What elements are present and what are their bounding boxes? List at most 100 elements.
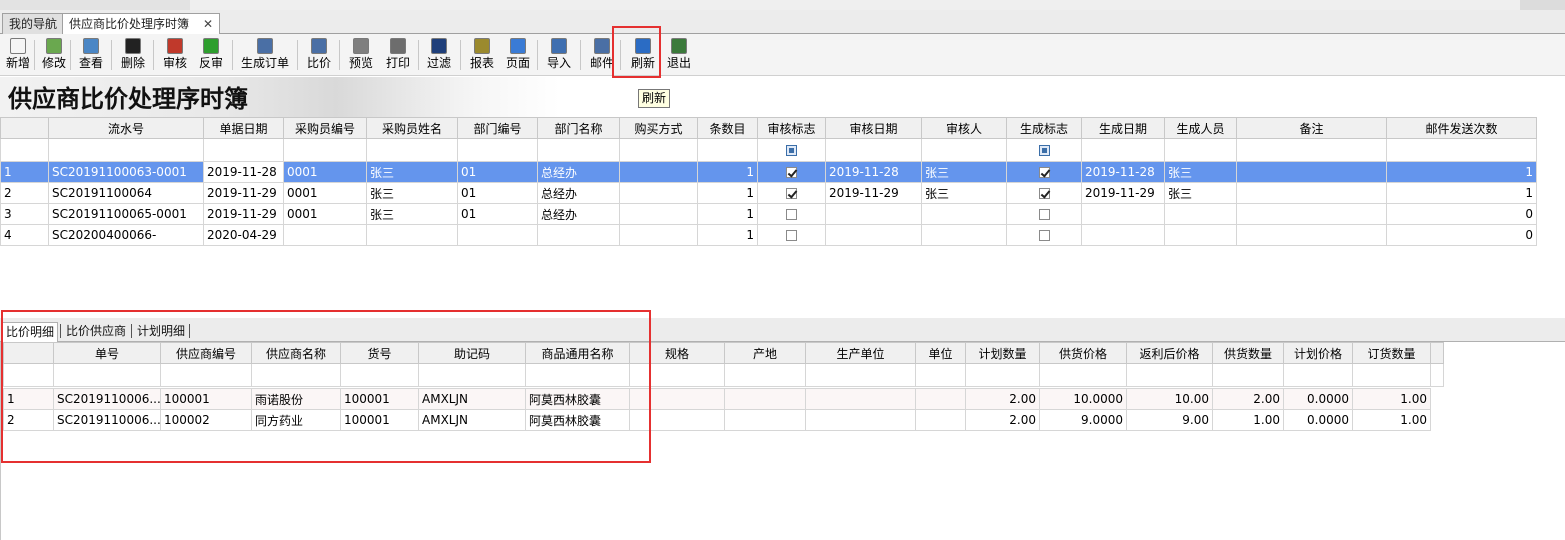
filter-cell[interactable] — [724, 363, 806, 387]
table-cell-name[interactable]: 阿莫西林胶囊 — [525, 409, 630, 431]
table-cell-serial[interactable]: SC20191100065-0001 — [48, 203, 204, 225]
column-header[interactable]: 单位 — [915, 342, 966, 364]
table-cell-spec[interactable] — [629, 388, 725, 410]
table-cell-maker[interactable] — [805, 409, 916, 431]
column-header[interactable]: 单据日期 — [203, 117, 284, 139]
filter-cell[interactable] — [537, 138, 620, 162]
table-cell-price[interactable]: 9.0000 — [1039, 409, 1127, 431]
table-row[interactable]: 2 SC20191100064 2019-11-29 0001 张三 01 总经办 1 2019… — [0, 182, 1537, 204]
filter-cell[interactable] — [915, 363, 966, 387]
table-cell-remark[interactable] — [1236, 203, 1387, 225]
filter-cell[interactable] — [1236, 138, 1387, 162]
filter-cell[interactable] — [1039, 363, 1127, 387]
column-header[interactable]: 备注 — [1236, 117, 1387, 139]
table-cell-dept-no[interactable]: 01 — [457, 203, 538, 225]
table-cell-plan-price[interactable]: 0.0000 — [1283, 388, 1353, 410]
toolbar-button-view[interactable]: 查看 — [77, 36, 105, 74]
table-cell-count[interactable]: 1 — [697, 203, 758, 225]
table-cell-date[interactable]: 2019-11-28 — [203, 161, 284, 183]
filter-cell[interactable] — [53, 363, 161, 387]
filter-cell[interactable] — [965, 363, 1040, 387]
table-cell-spec[interactable] — [629, 409, 725, 431]
column-header[interactable]: 生成标志 — [1006, 117, 1082, 139]
tab-comparison-suppliers[interactable]: 比价供应商 — [63, 322, 129, 342]
toolbar-button-mail[interactable]: 邮件 — [588, 36, 616, 74]
toolbar-button-new-doc[interactable]: 新增 — [5, 36, 31, 74]
table-cell-plan-price[interactable]: 0.0000 — [1283, 409, 1353, 431]
table-cell-gen-date[interactable]: 2019-11-29 — [1081, 182, 1165, 204]
table-cell-audit-date[interactable]: 2019-11-29 — [825, 182, 922, 204]
table-cell-serial[interactable]: SC20200400066- — [48, 224, 204, 246]
table-cell-order-qty[interactable]: 1.00 — [1352, 388, 1431, 410]
column-header[interactable]: 供应商名称 — [251, 342, 341, 364]
table-cell-gen-by[interactable] — [1164, 224, 1237, 246]
table-cell-order-qty[interactable]: 1.00 — [1352, 409, 1431, 431]
table-cell-buyer-no[interactable]: 0001 — [283, 203, 367, 225]
filter-checkbox[interactable] — [1038, 145, 1050, 156]
table-row[interactable]: 1 SC2019110006... 100001 雨诺股份 100001 AMXLJN 阿莫… — [3, 388, 1444, 410]
table-cell-audit-date[interactable] — [825, 203, 922, 225]
table-cell-buyer-no[interactable]: 0001 — [283, 182, 367, 204]
table-cell-rebate[interactable]: 9.00 — [1126, 409, 1213, 431]
audit-flag-cell[interactable] — [757, 182, 826, 204]
toolbar-button-compare[interactable]: 比价 — [305, 36, 333, 74]
column-header[interactable]: 返利后价格 — [1126, 342, 1213, 364]
table-cell-count[interactable]: 1 — [697, 224, 758, 246]
filter-cell[interactable] — [805, 363, 916, 387]
checkbox[interactable] — [786, 209, 797, 220]
table-cell-dept[interactable] — [537, 224, 620, 246]
column-header[interactable]: 流水号 — [48, 117, 204, 139]
toolbar-button-refresh[interactable]: 刷新 — [627, 35, 659, 75]
table-cell-unit[interactable] — [915, 388, 966, 410]
filter-cell[interactable] — [203, 138, 284, 162]
column-header[interactable]: 邮件发送次数 — [1386, 117, 1537, 139]
column-header[interactable]: 规格 — [629, 342, 725, 364]
filter-checkbox[interactable] — [786, 145, 797, 156]
table-cell-dept-no[interactable]: 01 — [457, 182, 538, 204]
table-cell-auditor[interactable] — [921, 203, 1007, 225]
generate-flag-cell[interactable] — [1006, 161, 1082, 183]
filter-cell[interactable] — [340, 363, 419, 387]
filter-cell[interactable] — [1126, 363, 1213, 387]
table-cell-method[interactable] — [619, 182, 698, 204]
table-cell-audit-date[interactable] — [825, 224, 922, 246]
table-cell-buyer-no[interactable]: 0001 — [283, 161, 367, 183]
column-header[interactable]: 产地 — [724, 342, 806, 364]
table-cell-name[interactable]: 阿莫西林胶囊 — [525, 388, 630, 410]
column-header[interactable]: 货号 — [340, 342, 419, 364]
toolbar-button-page[interactable]: 页面 — [504, 36, 532, 74]
table-cell-mails[interactable]: 0 — [1386, 224, 1537, 246]
column-header[interactable]: 订货数量 — [1352, 342, 1431, 364]
table-cell-buyer-no[interactable] — [283, 224, 367, 246]
toolbar-button-delete[interactable]: 删除 — [119, 36, 147, 74]
column-header[interactable]: 购买方式 — [619, 117, 698, 139]
audit-flag-cell[interactable] — [757, 203, 826, 225]
table-cell-buyer[interactable]: 张三 — [366, 182, 458, 204]
filter-cell[interactable] — [418, 363, 526, 387]
table-cell-auditor[interactable] — [921, 224, 1007, 246]
table-cell-dept-no[interactable] — [457, 224, 538, 246]
table-cell-buyer[interactable]: 张三 — [366, 161, 458, 183]
table-cell-order[interactable]: SC2019110006... — [53, 388, 161, 410]
toolbar-button-unaudit[interactable]: 反审 — [197, 36, 225, 74]
table-cell-dept[interactable]: 总经办 — [537, 203, 620, 225]
table-cell-buyer[interactable] — [366, 224, 458, 246]
toolbar-button-import[interactable]: 导入 — [545, 36, 573, 74]
toolbar-button-preview[interactable]: 预览 — [347, 36, 375, 74]
filter-cell[interactable] — [1212, 363, 1284, 387]
column-header[interactable]: 部门编号 — [457, 117, 538, 139]
checkbox[interactable] — [786, 230, 797, 241]
filter-cell[interactable] — [1164, 138, 1237, 162]
table-cell-dept[interactable]: 总经办 — [537, 182, 620, 204]
table-cell-supply-qty[interactable]: 2.00 — [1212, 388, 1284, 410]
table-cell-order[interactable]: SC2019110006... — [53, 409, 161, 431]
table-cell-auditor[interactable]: 张三 — [921, 182, 1007, 204]
table-cell-sup-no[interactable]: 100002 — [160, 409, 252, 431]
close-icon[interactable]: ✕ — [203, 14, 213, 34]
table-cell-sku[interactable]: 100001 — [340, 388, 419, 410]
filter-cell[interactable] — [1386, 138, 1537, 162]
toolbar-button-filter[interactable]: 过滤 — [425, 36, 453, 74]
table-cell-mails[interactable]: 1 — [1386, 161, 1537, 183]
table-cell-origin[interactable] — [724, 388, 806, 410]
checkbox[interactable] — [786, 167, 797, 178]
